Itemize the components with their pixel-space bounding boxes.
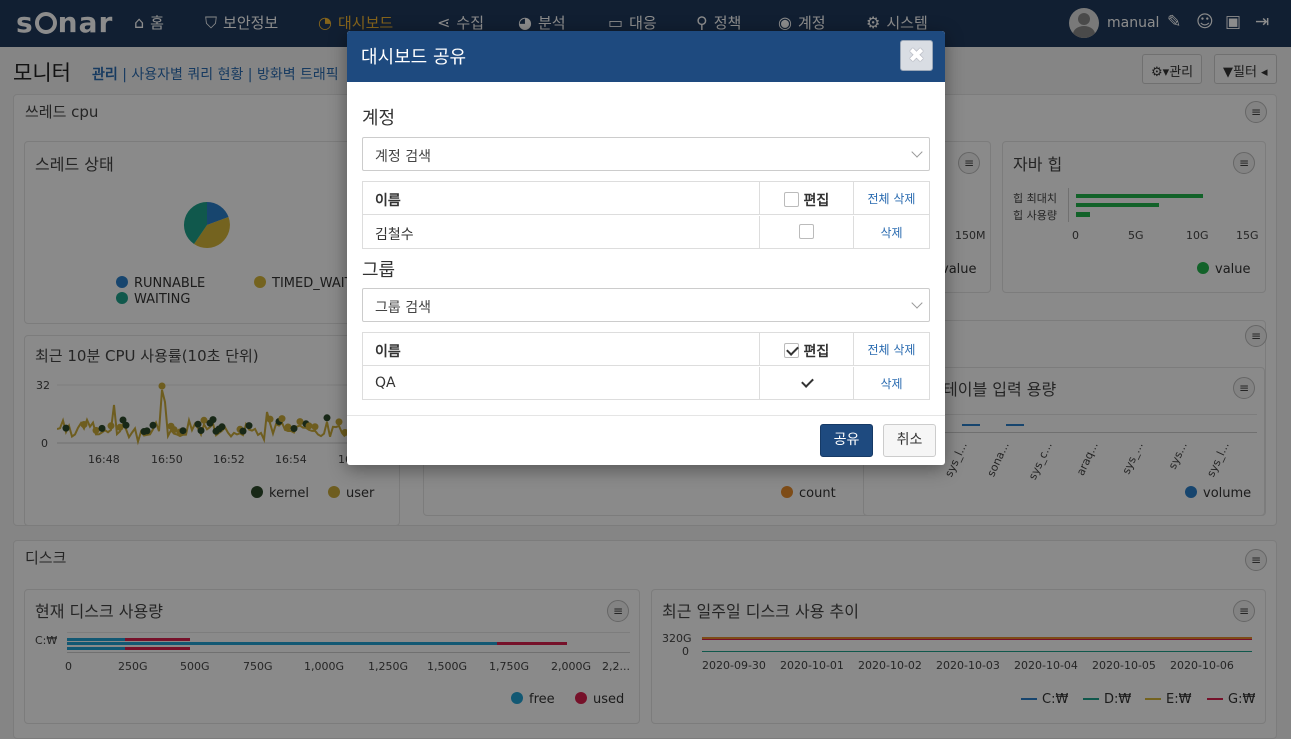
column-header-name: 이름 [363, 182, 760, 215]
modal-footer-divider [347, 415, 945, 416]
delete-link[interactable]: 삭제 [854, 367, 929, 400]
edit-checkbox[interactable] [799, 224, 814, 239]
group-name: QA [363, 367, 760, 400]
column-header-edit: 편집 [760, 182, 854, 215]
delete-link[interactable]: 삭제 [854, 216, 929, 249]
edit-checkbox[interactable] [799, 375, 814, 390]
group-search-select[interactable]: 그룹 검색 [362, 288, 930, 322]
chevron-down-icon [911, 297, 923, 309]
delete-all-link[interactable]: 전체 삭제 [854, 333, 929, 366]
table-header-row: 이름 편집 전체 삭제 [363, 333, 929, 366]
account-name: 김철수 [363, 216, 760, 249]
group-table: 이름 편집 전체 삭제 QA 삭제 [362, 332, 930, 400]
account-search-select[interactable]: 계정 검색 [362, 137, 930, 171]
column-header-name: 이름 [363, 333, 760, 366]
account-table: 이름 편집 전체 삭제 김철수 삭제 [362, 181, 930, 249]
modal-header: 대시보드 공유 ✖ [347, 31, 945, 82]
edit-cell [760, 367, 854, 400]
close-icon[interactable]: ✖ [900, 40, 933, 71]
share-dashboard-modal: 대시보드 공유 ✖ 계정 계정 검색 이름 편집 전체 삭제 김철수 삭제 그룹… [347, 31, 945, 465]
edit-cell [760, 216, 854, 249]
account-section-label: 계정 [362, 108, 396, 129]
chevron-down-icon [911, 146, 923, 158]
cancel-button[interactable]: 취소 [883, 424, 936, 457]
table-row: 김철수 삭제 [363, 216, 929, 249]
table-header-row: 이름 편집 전체 삭제 [363, 182, 929, 215]
edit-all-checkbox[interactable] [783, 192, 799, 207]
modal-title: 대시보드 공유 [361, 47, 467, 68]
edit-all-checkbox[interactable] [783, 343, 799, 358]
group-section-label: 그룹 [362, 260, 396, 281]
column-header-edit: 편집 [760, 333, 854, 366]
delete-all-link[interactable]: 전체 삭제 [854, 182, 929, 215]
share-button[interactable]: 공유 [820, 424, 873, 457]
table-row: QA 삭제 [363, 367, 929, 400]
